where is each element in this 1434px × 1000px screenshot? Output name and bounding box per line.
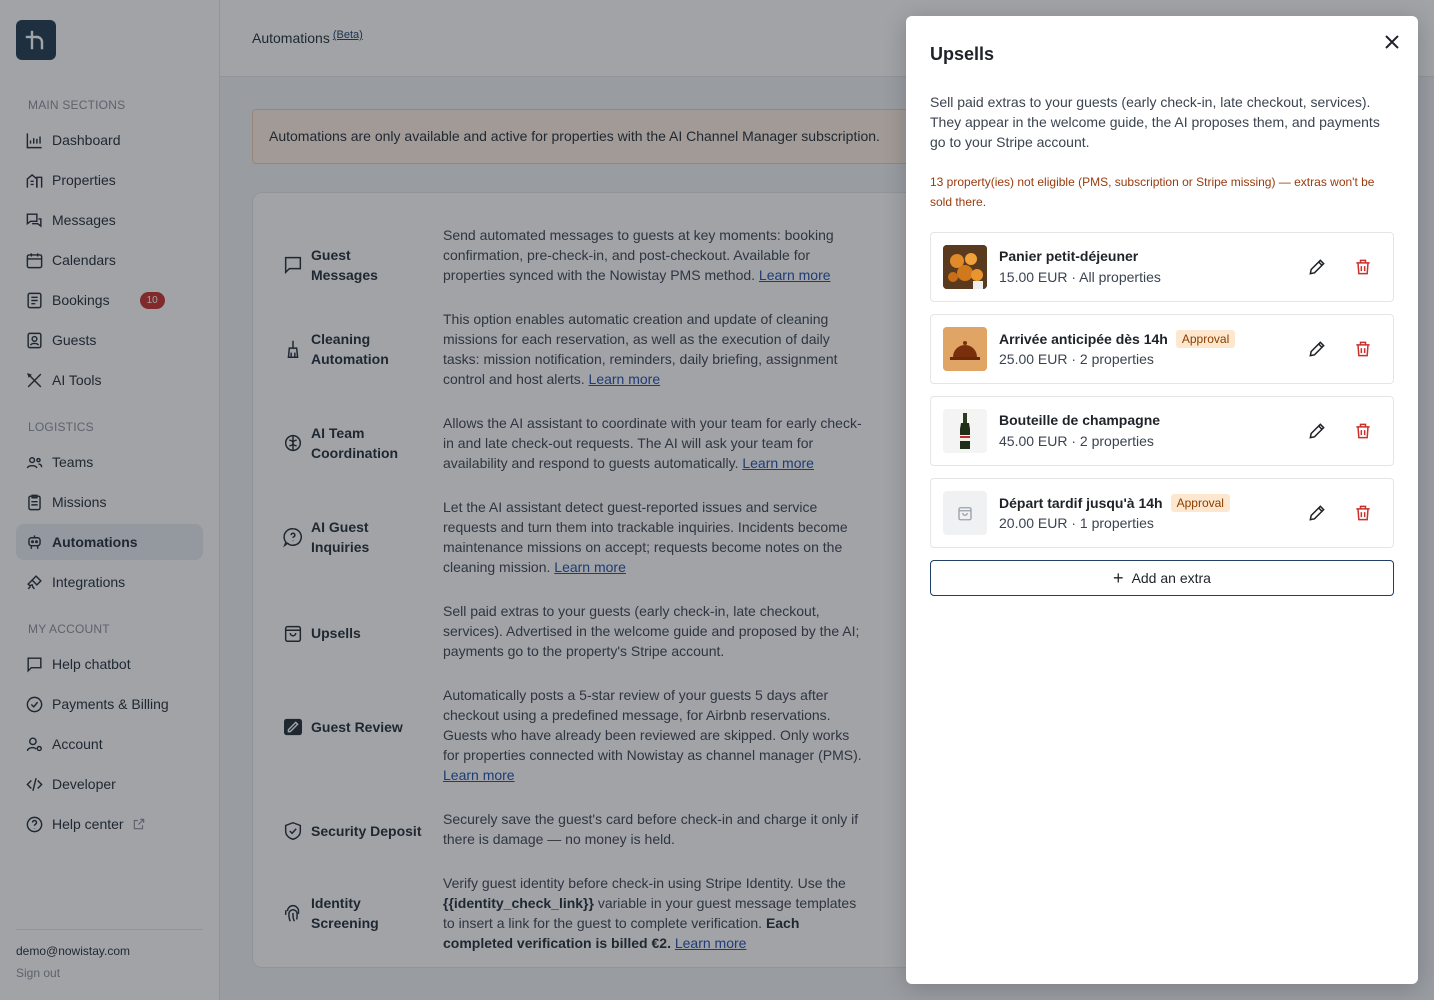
extra-thumbnail [943,327,987,371]
trash-icon [1356,341,1370,357]
extra-price-scope: 45.00 EUR · 2 properties [999,433,1154,449]
extra-item: Arrivée anticipée dès 14h Approval 25.00 … [930,314,1394,384]
approval-badge: Approval [1170,494,1230,512]
drawer-description: Sell paid extras to your guests (early c… [930,94,1380,150]
edit-button[interactable] [1307,421,1327,441]
delete-button[interactable] [1353,257,1373,277]
edit-button[interactable] [1307,257,1327,277]
extra-name: Départ tardif jusqu'à 14h Approval [999,494,1230,512]
trash-icon [1356,423,1370,439]
extra-thumbnail [943,491,987,535]
extra-name: Bouteille de champagne [999,412,1161,428]
extra-price-scope: 25.00 EUR · 2 properties [999,351,1154,367]
edit-button[interactable] [1307,503,1327,523]
pencil-icon [1309,423,1325,439]
delete-button[interactable] [1353,503,1373,523]
pencil-icon [1309,341,1325,357]
breakfast-image-icon [943,245,987,289]
extra-price-scope: 20.00 EUR · 1 properties [999,515,1154,531]
bell-image-icon [943,327,987,371]
pencil-icon [1309,505,1325,521]
upsells-drawer: Upsells Sell paid extras to your guests … [906,16,1418,984]
close-icon [1385,35,1399,49]
pencil-icon [1309,259,1325,275]
add-extra-label: Add an extra [1131,570,1211,586]
extra-name: Panier petit-déjeuner [999,248,1139,264]
champagne-image-icon [943,409,987,453]
add-extra-button[interactable]: + Add an extra [930,560,1394,596]
trash-icon [1356,505,1370,521]
extra-item: Départ tardif jusqu'à 14h Approval 20.00 … [930,478,1394,548]
extra-item: Panier petit-déjeuner 15.00 EUR · All pr… [930,232,1394,302]
plus-icon: + [1113,568,1124,588]
shopping-bag-icon [958,507,972,521]
edit-button[interactable] [1307,339,1327,359]
delete-button[interactable] [1353,339,1373,359]
approval-badge: Approval [1175,330,1236,348]
trash-icon [1356,259,1370,275]
close-button[interactable] [1382,32,1402,52]
delete-button[interactable] [1353,421,1373,441]
extra-thumbnail [943,409,987,453]
drawer-title: Upsells [930,44,995,64]
extra-thumbnail [943,245,987,289]
extra-price-scope: 15.00 EUR · All properties [999,269,1161,285]
extra-item: Bouteille de champagne 45.00 EUR · 2 pro… [930,396,1394,466]
eligibility-warning: 13 property(ies) not eligible (PMS, subs… [930,175,1375,209]
extra-name: Arrivée anticipée dès 14h Approval [999,330,1236,348]
